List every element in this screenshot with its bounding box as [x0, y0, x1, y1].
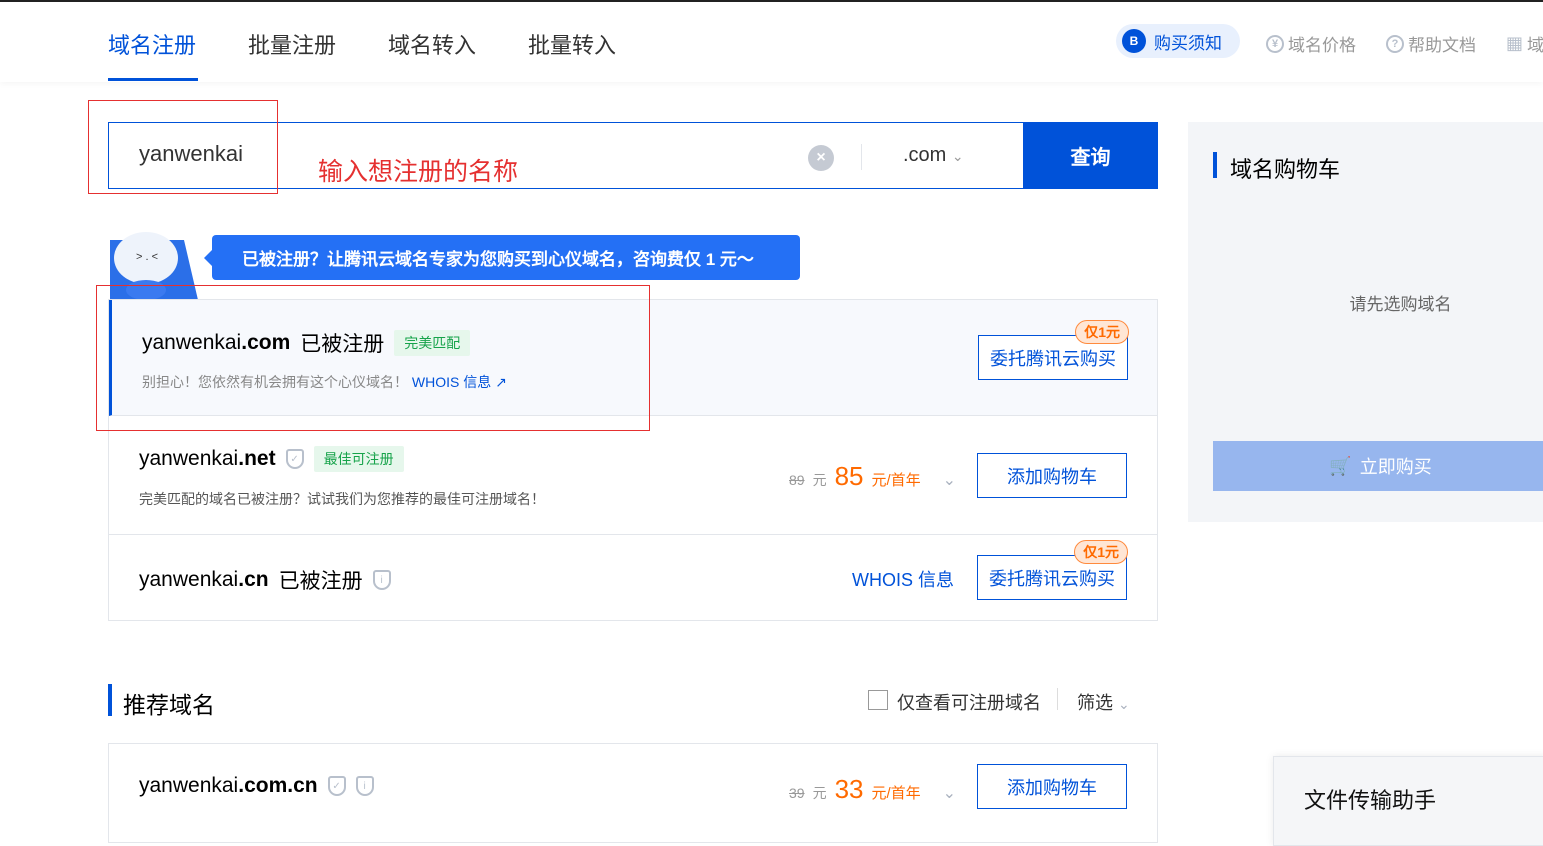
status-text: 已被注册 — [278, 570, 363, 593]
help-icon: ? — [1386, 34, 1404, 53]
price-unit: 元/首年 — [871, 785, 921, 802]
price-badge: 仅1元 — [1074, 540, 1128, 564]
tab-domain-register[interactable]: 域名注册 — [108, 28, 196, 60]
svg-text:> . <: > . < — [136, 251, 158, 263]
cart-title: 域名购物车 — [1230, 157, 1341, 182]
original-price-unit: 元 — [812, 785, 827, 801]
tld-select[interactable]: .com ⌄ — [903, 144, 964, 167]
available-only-label[interactable]: 仅查看可注册域名 — [897, 689, 1041, 715]
price: 89 元 85 元/首年 ⌄ — [789, 461, 956, 492]
purchase-notice-button[interactable]: B 购买须知 — [1116, 24, 1240, 58]
original-price-unit: 元 — [812, 472, 827, 488]
filter-label: 筛选 — [1077, 693, 1113, 713]
cart-icon: 🛒 — [1329, 455, 1352, 476]
shield-icon: i — [372, 570, 391, 590]
domain-price-label: 域名价格 — [1288, 36, 1356, 55]
available-only-checkbox[interactable] — [868, 690, 888, 710]
chevron-down-icon[interactable]: ⌄ — [943, 783, 956, 803]
chevron-down-icon[interactable]: ⌄ — [943, 470, 956, 490]
result-row: yanwenkai.net ✓ 最佳可注册 完美匹配的域名已被注册？试试我们为您推荐… — [109, 416, 1157, 535]
annotation-box — [88, 100, 278, 194]
annotation-text: 输入想注册的名称 — [318, 158, 519, 186]
shield-icon: ✓ — [285, 449, 304, 469]
document-icon: B — [1122, 29, 1146, 53]
recommended-title: 推荐域名 — [123, 692, 215, 718]
recommended-row: yanwenkai.com.cn ✓ i 39 元 33 元/首年 ⌄ 添加购物车 — [108, 743, 1158, 843]
title-bar — [108, 684, 112, 716]
entrust-purchase-button[interactable]: 委托腾讯云购买 仅1元 — [977, 540, 1128, 600]
tab-domain-transfer[interactable]: 域名转入 — [388, 28, 476, 60]
price: 39 元 33 元/首年 ⌄ — [789, 774, 956, 805]
title-bar — [1213, 152, 1217, 178]
file-transfer-assistant-window[interactable]: 文件传输助手 — [1273, 756, 1543, 846]
divider — [1057, 688, 1058, 710]
more-label: 域 — [1527, 36, 1543, 55]
file-transfer-title: 文件传输助手 — [1304, 788, 1437, 813]
domain-name: yanwenkai.cn 已被注册 i — [139, 565, 391, 595]
clear-icon[interactable]: × — [808, 145, 834, 171]
domain-name: yanwenkai.net ✓ 最佳可注册 — [139, 446, 404, 472]
domain-name: yanwenkai.com.cn ✓ i — [139, 774, 374, 798]
current-price: 85 — [834, 461, 864, 491]
more-link[interactable]: ▦ 域 — [1506, 31, 1543, 56]
tab-batch-register[interactable]: 批量注册 — [248, 28, 336, 60]
price-unit: 元/首年 — [871, 472, 921, 489]
result-subtext: 完美匹配的域名已被注册？试试我们为您推荐的最佳可注册域名！ — [139, 491, 545, 507]
purchase-notice-label: 购买须知 — [1154, 33, 1222, 53]
yen-icon: ¥ — [1266, 34, 1284, 53]
filter-dropdown[interactable]: 筛选 ⌄ — [1077, 689, 1130, 715]
chevron-down-icon: ⌄ — [951, 148, 964, 164]
divider — [861, 144, 862, 170]
buy-now-button[interactable]: 🛒 立即购买 — [1213, 441, 1543, 491]
result-row: yanwenkai.cn 已被注册 i WHOIS 信息 委托腾讯云购买 仅1元 — [109, 535, 1157, 621]
tab-batch-transfer[interactable]: 批量转入 — [528, 28, 616, 60]
best-tag: 最佳可注册 — [313, 446, 404, 472]
banner-text: 已被注册？让腾讯云域名专家为您购买到心仪域名，咨询费仅 1 元～ — [242, 250, 754, 269]
add-to-cart-button[interactable]: 添加购物车 — [977, 764, 1127, 809]
tld-select-value: .com — [903, 144, 947, 166]
chevron-down-icon: ⌄ — [1118, 696, 1130, 712]
original-price: 39 — [789, 785, 805, 801]
buy-now-label: 立即购买 — [1359, 457, 1432, 477]
grid-icon: ▦ — [1506, 33, 1524, 53]
domain-price-link[interactable]: ¥ 域名价格 — [1266, 31, 1356, 56]
cart-empty-text: 请先选购域名 — [1349, 295, 1452, 314]
current-price: 33 — [834, 774, 864, 804]
active-tab-indicator — [108, 78, 198, 81]
help-docs-link[interactable]: ? 帮助文档 — [1386, 31, 1476, 56]
add-to-cart-button[interactable]: 添加购物车 — [977, 453, 1127, 498]
help-docs-label: 帮助文档 — [1408, 36, 1476, 55]
shopping-cart-panel: 域名购物车 请先选购域名 🛒 立即购买 — [1188, 122, 1543, 522]
annotation-box — [96, 285, 650, 431]
expert-purchase-banner[interactable]: 已被注册？让腾讯云域名专家为您购买到心仪域名，咨询费仅 1 元～ — [204, 235, 800, 280]
entrust-purchase-button[interactable]: 委托腾讯云购买 仅1元 — [978, 320, 1129, 380]
search-button[interactable]: 查询 — [1023, 122, 1158, 189]
whois-link[interactable]: WHOIS 信息 — [852, 566, 954, 592]
price-badge: 仅1元 — [1075, 320, 1129, 344]
original-price: 89 — [789, 472, 805, 488]
shield-icon: ✓ — [327, 776, 346, 796]
shield-icon: i — [355, 776, 374, 796]
